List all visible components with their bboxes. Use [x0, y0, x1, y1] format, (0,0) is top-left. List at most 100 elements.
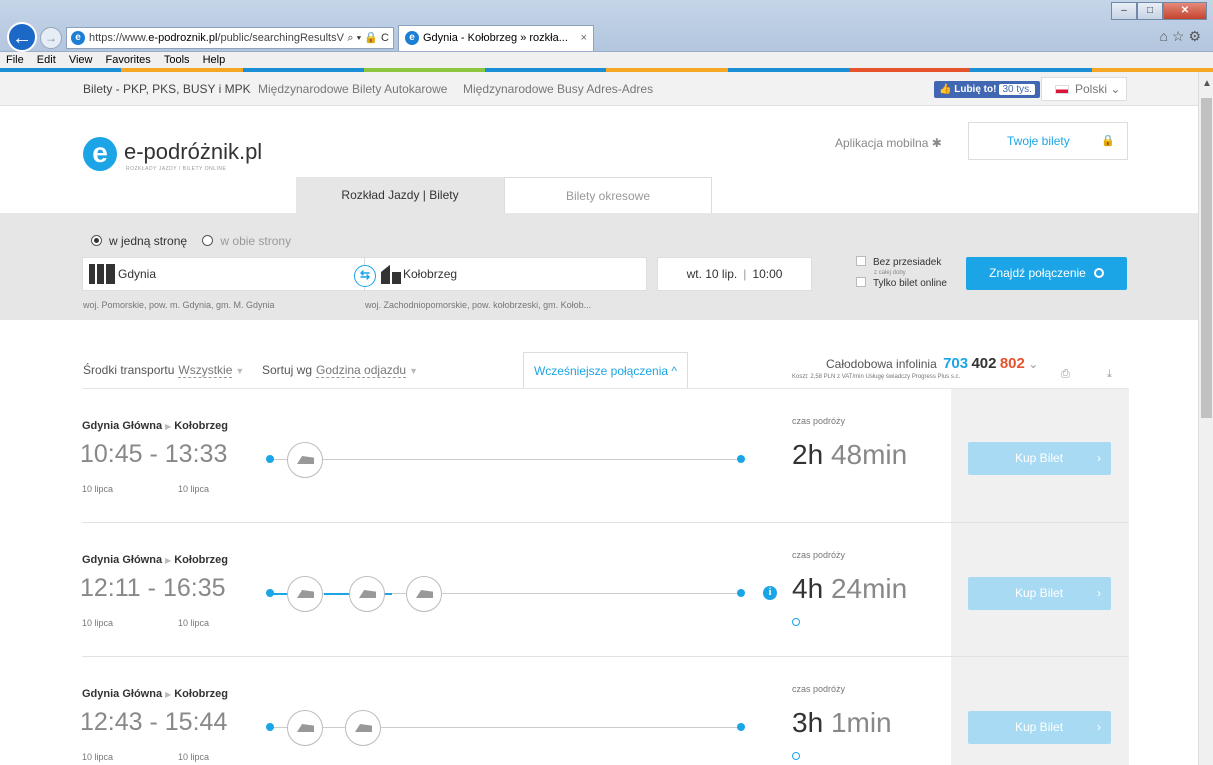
forward-button[interactable]: → — [40, 27, 62, 49]
my-tickets-label: Twoje bilety — [1007, 134, 1070, 148]
result-row[interactable]: Gdynia Główna ▶ Kołobrzeg 10:45 - 13:33 10… — [80, 400, 951, 534]
close-window-button[interactable]: ✕ — [1163, 2, 1207, 20]
scroll-thumb[interactable] — [1201, 98, 1212, 418]
transport-filter[interactable]: Środki transportu Wszystkie ▼ — [83, 363, 244, 378]
browser-tab[interactable]: e Gdynia - Kołobrzeg » rozkła... × — [398, 25, 594, 51]
online-only-checkbox[interactable] — [856, 277, 866, 287]
infoline-number-part1[interactable]: 703 — [943, 355, 968, 372]
duration-minutes: 24min — [830, 573, 908, 604]
transport-filter-value[interactable]: Wszystkie — [178, 363, 233, 378]
language-select[interactable]: Polski ⌄ — [1041, 77, 1127, 101]
browser-titlebar: ← → e https://www.e-podroznik.pl/public/… — [0, 0, 1213, 52]
round-trip-radio[interactable] — [202, 235, 214, 246]
route: Gdynia Główna ▶ Kołobrzeg — [82, 554, 229, 566]
window-controls: – □ ✕ — [1111, 2, 1207, 20]
nav-link-international-coach[interactable]: Międzynarodowe Bilety Autokarowe — [258, 72, 447, 106]
download-icon[interactable]: ⤓ — [1107, 368, 1112, 381]
tab-season-tickets[interactable]: Bilety okresowe — [504, 177, 712, 213]
no-transfers-option[interactable]: Bez przesiadek — [856, 256, 941, 268]
chevron-down-icon: ▼ — [409, 366, 419, 376]
arrival-date: 10 lipca — [178, 484, 210, 494]
to-field[interactable]: Kołobrzeg — [365, 257, 647, 291]
clock-icon[interactable] — [792, 618, 800, 626]
infoline-number-part2[interactable]: 402 — [971, 355, 996, 372]
time-value[interactable]: 10:00 — [752, 267, 782, 281]
buy-ticket-button[interactable]: Kup Bilet › — [968, 711, 1111, 744]
logo-tagline: ROZKŁADY JAZDY / BILETY ONLINE — [126, 166, 227, 172]
train-icon[interactable] — [287, 576, 323, 612]
sort-filter[interactable]: Sortuj wg Godzina odjazdu ▼ — [262, 363, 419, 378]
tab-title: Gdynia - Kołobrzeg » rozkła... — [423, 32, 568, 44]
times: 10:45 - 13:33 — [80, 440, 228, 468]
times: 12:11 - 16:35 — [80, 574, 226, 602]
departure-time: 12:43 — [80, 708, 143, 736]
maximize-button[interactable]: □ — [1137, 2, 1163, 20]
train-icon[interactable] — [287, 442, 323, 478]
chevron-right-icon: › — [1097, 720, 1101, 734]
dates: 10 lipca 10 lipca — [82, 618, 274, 628]
round-trip-label[interactable]: w obie strony — [220, 234, 291, 248]
fb-like-label: Lubię to! — [954, 84, 997, 95]
train-icon[interactable] — [406, 576, 442, 612]
minimize-button[interactable]: – — [1111, 2, 1137, 20]
journey-line — [270, 459, 743, 460]
train-icon[interactable] — [345, 710, 381, 746]
address-bar[interactable]: e https://www.e-podroznik.pl/public/sear… — [66, 27, 394, 49]
online-only-option[interactable]: Tylko bilet online — [856, 277, 947, 289]
infoline-cost: Koszt: 2,58 PLN z VAT/min Usługę świadcz… — [792, 374, 961, 380]
facebook-like-button[interactable]: 👍 Lubię to! 30 tys. — [934, 81, 1040, 98]
sort-filter-value[interactable]: Godzina odjazdu — [316, 363, 407, 378]
buy-ticket-button[interactable]: Kup Bilet › — [968, 577, 1111, 610]
no-transfers-checkbox[interactable] — [856, 256, 866, 266]
lock-icon: 🔒 — [1101, 135, 1115, 147]
sort-filter-label: Sortuj wg — [262, 363, 313, 377]
nav-link-tickets[interactable]: Bilety - PKP, PKS, BUSY i MPK — [83, 72, 251, 106]
chevron-right-icon: › — [1097, 451, 1101, 465]
find-connection-button[interactable]: Znajdź połączenie — [966, 257, 1127, 290]
page-scrollbar[interactable]: ▲ — [1198, 72, 1213, 765]
from-field[interactable]: Gdynia — [82, 257, 365, 291]
result-row[interactable]: Gdynia Główna ▶ Kołobrzeg 12:11 - 16:35 10… — [80, 534, 951, 668]
menu-edit[interactable]: Edit — [37, 54, 56, 66]
duration: 4h 24min — [792, 573, 907, 605]
back-button[interactable]: ← — [7, 22, 37, 52]
chevron-down-icon[interactable]: ⌄ — [1028, 357, 1038, 371]
menu-view[interactable]: View — [69, 54, 93, 66]
menu-favorites[interactable]: Favorites — [106, 54, 151, 66]
earlier-connections-button[interactable]: Wcześniejsze połączenia ^ — [523, 352, 688, 389]
menu-file[interactable]: File — [6, 54, 24, 66]
duration-hours: 4h — [792, 573, 824, 604]
print-icon[interactable]: ⎙ — [1061, 368, 1070, 381]
menu-bar: File Edit View Favorites Tools Help — [0, 52, 1213, 68]
date-value[interactable]: wt. 10 lip. — [687, 267, 738, 281]
result-row[interactable]: Gdynia Główna ▶ Kołobrzeg 12:43 - 15:44 10… — [80, 668, 951, 765]
tab-timetable-tickets[interactable]: Rozkład Jazdy | Bilety — [296, 177, 504, 213]
tab-site-icon: e — [405, 31, 419, 45]
train-icon[interactable] — [287, 710, 323, 746]
one-way-label[interactable]: w jedną stronę — [109, 234, 187, 248]
site-icon: e — [71, 31, 85, 45]
train-icon[interactable] — [349, 576, 385, 612]
clock-icon[interactable] — [792, 752, 800, 760]
mobile-app-link[interactable]: Aplikacja mobilna ✱ — [835, 136, 942, 150]
menu-tools[interactable]: Tools — [164, 54, 190, 66]
scroll-up-icon[interactable]: ▲ — [1202, 78, 1212, 89]
infoline-number-part3[interactable]: 802 — [1000, 355, 1025, 372]
departure-time: 12:11 — [80, 574, 141, 602]
one-way-radio[interactable] — [91, 235, 102, 246]
nav-link-international-bus[interactable]: Międzynarodowe Busy Adres-Adres — [463, 72, 653, 106]
tab-close-icon[interactable]: × — [581, 26, 587, 50]
trip-type-radios: w jedną stronę w obie strony — [91, 234, 291, 248]
swap-icon[interactable]: ⇆ — [354, 265, 376, 287]
toolbar-icons[interactable]: ⌂☆⚙ — [1159, 28, 1205, 45]
language-label: Polski — [1075, 82, 1108, 96]
infoline: Całodobowa infolinia 703 402 802 ⌄ — [826, 355, 1038, 372]
address-tools[interactable]: ⌕ ▾ 🔒 C — [344, 28, 389, 48]
info-icon[interactable]: i — [763, 586, 777, 600]
buy-ticket-button[interactable]: Kup Bilet › — [968, 442, 1111, 475]
my-tickets-button[interactable]: Twoje bilety 🔒 — [968, 122, 1128, 160]
menu-help[interactable]: Help — [203, 54, 226, 66]
no-transfers-sublabel: z całej doby — [874, 270, 906, 276]
divider — [82, 522, 1129, 523]
date-time-field[interactable]: wt. 10 lip. | 10:00 — [657, 257, 812, 291]
